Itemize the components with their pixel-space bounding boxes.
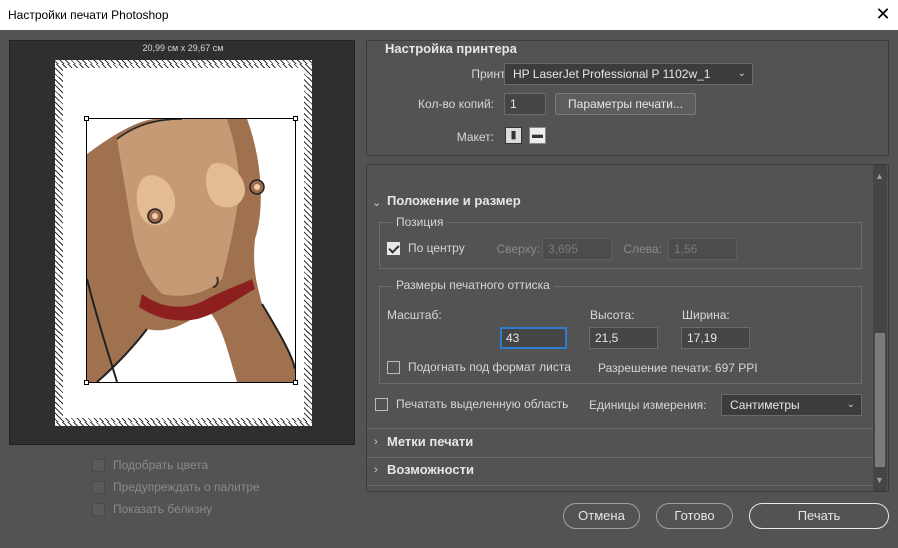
- left-input: 1,56: [668, 238, 737, 260]
- scaled-size-group-label: Размеры печатного оттиска: [392, 278, 554, 292]
- scroll-up-icon[interactable]: ▲: [875, 171, 884, 181]
- print-selected-label: Печатать выделенную область: [396, 397, 569, 411]
- resize-handle-top-right[interactable]: [293, 116, 298, 121]
- gamut-warning-label: Предупреждать о палитре: [113, 480, 260, 494]
- printer-label: Принтер:: [471, 67, 522, 81]
- match-colors-label: Подобрать цвета: [113, 458, 209, 472]
- chevron-down-icon: ⌄: [737, 68, 746, 79]
- units-select-value: Сантиметры: [730, 398, 800, 412]
- preview-artwork: [86, 118, 296, 383]
- page-area: [63, 68, 304, 418]
- height-input[interactable]: 21,5: [589, 327, 658, 349]
- height-label: Высота:: [590, 308, 635, 322]
- top-label: Сверху:: [496, 242, 540, 256]
- section-divider: [367, 457, 875, 458]
- cancel-button[interactable]: Отмена: [563, 503, 640, 529]
- width-input[interactable]: 17,19: [681, 327, 750, 349]
- section-divider: [367, 428, 875, 429]
- print-selected-option[interactable]: Печатать выделенную область: [375, 397, 568, 411]
- chevron-down-icon: ⌄: [846, 399, 855, 410]
- copies-input[interactable]: 1: [504, 93, 546, 115]
- resize-handle-bottom-left[interactable]: [84, 380, 89, 385]
- position-size-title[interactable]: Положение и размер: [387, 193, 521, 208]
- printer-select-value: HP LaserJet Professional P 1102w_1: [513, 67, 711, 81]
- center-label: По центру: [408, 241, 465, 255]
- collapse-chevron-icon[interactable]: ⌄: [372, 196, 381, 209]
- center-checkbox[interactable]: [387, 241, 400, 255]
- print-preview: 20,99 см x 29,67 см: [9, 40, 355, 445]
- done-button[interactable]: Готово: [656, 503, 733, 529]
- scroll-down-icon[interactable]: ▼: [875, 475, 884, 485]
- expand-chevron-icon[interactable]: ›: [374, 464, 378, 476]
- fit-media-checkbox[interactable]: [387, 360, 400, 374]
- scale-input[interactable]: 43: [500, 327, 567, 349]
- window-title: Настройки печати Photoshop: [8, 8, 169, 22]
- copies-label: Кол-во копий:: [418, 97, 494, 111]
- print-resolution: Разрешение печати: 697 PPI: [598, 361, 758, 375]
- gamut-warning-checkbox: [92, 480, 105, 494]
- top-input: 3,695: [542, 238, 612, 260]
- scrollbar-thumb[interactable]: [875, 333, 885, 467]
- expand-chevron-icon[interactable]: ›: [374, 436, 378, 448]
- print-selected-checkbox[interactable]: [375, 397, 388, 411]
- units-label: Единицы измерения:: [589, 398, 707, 412]
- title-bar: Настройки печати Photoshop ✕: [0, 0, 898, 30]
- preview-image[interactable]: [84, 116, 298, 385]
- paper-white-checkbox: [92, 502, 105, 516]
- width-label: Ширина:: [682, 308, 730, 322]
- resize-handle-bottom-right[interactable]: [293, 380, 298, 385]
- print-button[interactable]: Печать: [749, 503, 889, 529]
- printer-setup-title: Настройка принтера: [385, 41, 517, 56]
- left-label: Слева:: [623, 242, 662, 256]
- match-colors-checkbox: [92, 458, 105, 472]
- preview-page: [55, 60, 312, 426]
- layout-label: Макет:: [456, 130, 494, 144]
- landscape-layout-icon[interactable]: ▬: [529, 127, 546, 144]
- position-group-label: Позиция: [392, 215, 448, 229]
- printer-setup-panel: Настройка принтера Принтер: HP LaserJet …: [366, 40, 889, 156]
- resize-handle-top-left[interactable]: [84, 116, 89, 121]
- printer-select[interactable]: HP LaserJet Professional P 1102w_1 ⌄: [504, 63, 753, 85]
- gamut-warning-option: Предупреждать о палитре: [92, 476, 260, 498]
- print-settings-button[interactable]: Параметры печати...: [555, 93, 696, 115]
- paper-white-label: Показать белизну: [113, 502, 213, 516]
- units-select[interactable]: Сантиметры ⌄: [721, 394, 862, 416]
- print-marks-title[interactable]: Метки печати: [387, 434, 473, 449]
- center-option[interactable]: По центру: [387, 241, 465, 255]
- close-icon[interactable]: ✕: [868, 0, 898, 30]
- paper-white-option: Показать белизну: [92, 498, 260, 520]
- scale-label: Масштаб:: [387, 308, 442, 322]
- settings-scroll-panel: ⌄ Положение и размер Позиция По центру С…: [366, 164, 889, 492]
- functions-title[interactable]: Возможности: [387, 462, 474, 477]
- match-colors-option: Подобрать цвета: [92, 454, 260, 476]
- settings-scrollbar[interactable]: ▲ ▼: [873, 165, 887, 491]
- section-divider: [367, 485, 875, 486]
- color-options: Подобрать цвета Предупреждать о палитре …: [92, 454, 260, 520]
- fit-media-label: Подогнать под формат листа: [408, 360, 571, 374]
- portrait-layout-icon[interactable]: ▮: [505, 127, 522, 144]
- paper-dimensions: 20,99 см x 29,67 см: [142, 43, 224, 53]
- fit-media-option[interactable]: Подогнать под формат листа: [387, 360, 571, 374]
